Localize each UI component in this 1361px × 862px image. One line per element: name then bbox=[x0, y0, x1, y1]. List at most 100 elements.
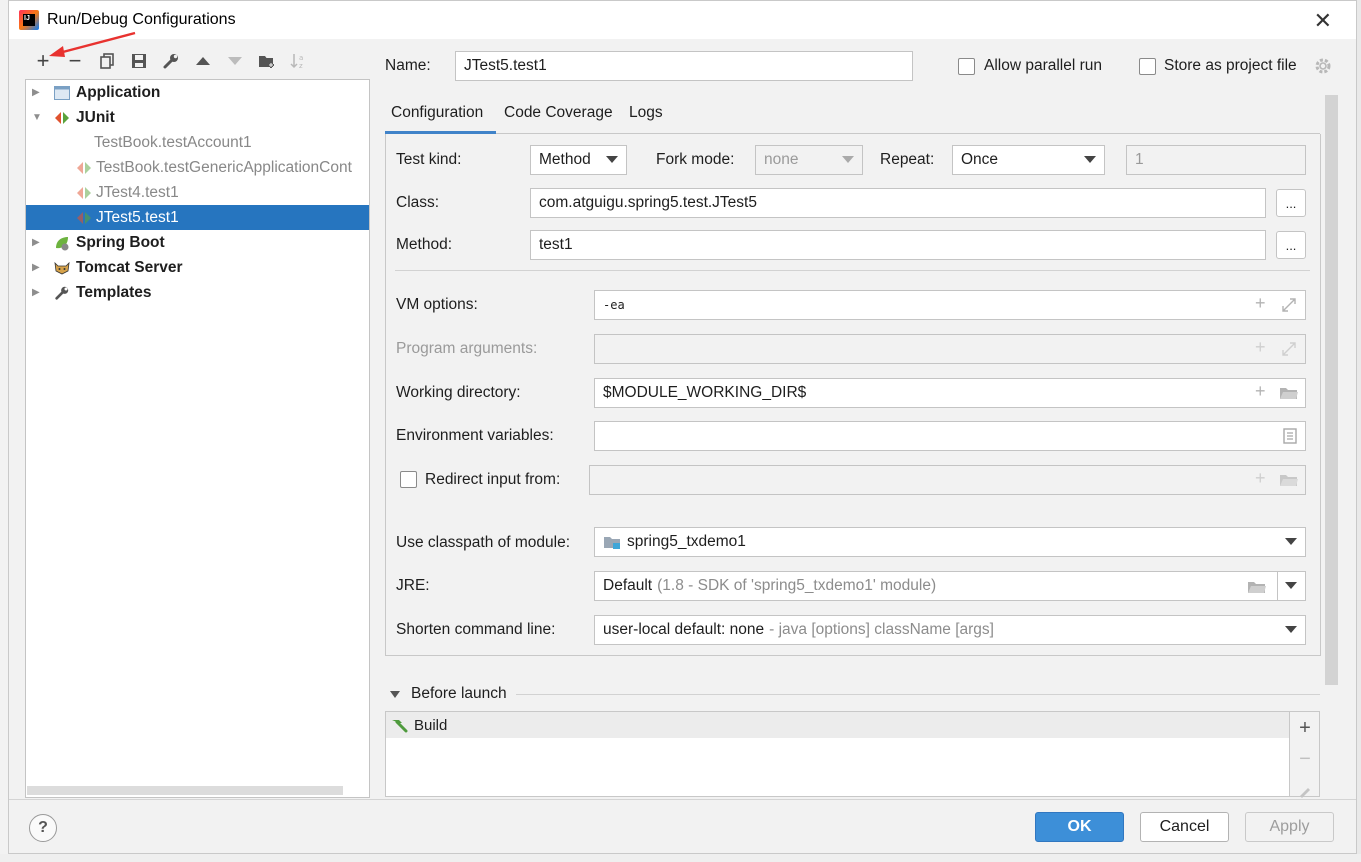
before-launch-list: Build bbox=[385, 711, 1290, 797]
before-launch-item-label: Build bbox=[414, 716, 448, 734]
run-debug-dialog: IJ Run/Debug Configurations ✕ + − az ▶ A… bbox=[8, 0, 1357, 854]
allow-parallel-label: Allow parallel run bbox=[984, 57, 1103, 74]
tree-item-tomcat[interactable]: ▶ Tomcat Server bbox=[26, 255, 369, 280]
tab-code-coverage[interactable]: Code Coverage bbox=[504, 104, 613, 122]
move-up-icon[interactable] bbox=[187, 49, 219, 73]
working-directory-label: Working directory: bbox=[396, 384, 521, 401]
program-arguments-label: Program arguments: bbox=[396, 340, 538, 357]
move-down-icon[interactable] bbox=[219, 49, 251, 73]
classpath-module-select[interactable]: spring5_txdemo1 bbox=[594, 527, 1306, 557]
expand-icon[interactable] bbox=[1281, 297, 1297, 313]
method-input[interactable]: test1 bbox=[530, 230, 1266, 260]
ok-button[interactable]: OK bbox=[1035, 812, 1124, 842]
class-browse-button[interactable]: ... bbox=[1276, 189, 1306, 217]
vm-options-input[interactable]: -ea bbox=[594, 290, 1306, 320]
tab-logs[interactable]: Logs bbox=[629, 104, 663, 122]
intellij-icon: IJ bbox=[19, 10, 39, 30]
jre-dropdown-button[interactable] bbox=[1277, 571, 1306, 601]
tree-item-junit-child-selected[interactable]: JTest5.test1 bbox=[26, 205, 369, 230]
tree-item-application[interactable]: ▶ Application bbox=[26, 80, 369, 105]
tree-label-junit: JUnit bbox=[76, 108, 115, 126]
section-separator bbox=[395, 270, 1310, 271]
panel-vertical-scrollbar[interactable] bbox=[1325, 95, 1338, 685]
chevron-down-icon bbox=[842, 156, 854, 163]
new-folder-icon[interactable] bbox=[251, 49, 283, 73]
tree-item-junit-child[interactable]: TestBook.testAccount1 bbox=[26, 130, 369, 155]
tree-label-tomcat: Tomcat Server bbox=[76, 258, 183, 276]
document-icon[interactable] bbox=[1283, 428, 1297, 444]
close-icon[interactable]: ✕ bbox=[1314, 8, 1332, 34]
method-browse-button[interactable]: ... bbox=[1276, 231, 1306, 259]
collapse-icon[interactable] bbox=[389, 690, 401, 700]
folder-icon[interactable] bbox=[1279, 385, 1299, 401]
tree-item-spring-boot[interactable]: ▶ Spring Boot bbox=[26, 230, 369, 255]
shorten-command-select[interactable]: user-local default: none - java [options… bbox=[594, 615, 1306, 645]
jre-value: Default bbox=[603, 577, 653, 594]
tab-configuration[interactable]: Configuration bbox=[391, 104, 483, 122]
jre-select[interactable]: Default (1.8 - SDK of 'spring5_txdemo1' … bbox=[594, 571, 1278, 601]
test-kind-value: Method bbox=[539, 151, 591, 168]
annotation-arrow-icon bbox=[49, 31, 136, 57]
hammer-icon bbox=[392, 720, 408, 733]
repeat-count-input[interactable]: 1 bbox=[1126, 145, 1306, 175]
add-task-button[interactable]: + bbox=[1290, 717, 1320, 740]
chevron-down-icon bbox=[1285, 538, 1297, 545]
expand-icon[interactable]: ▶ bbox=[32, 262, 42, 273]
list-item[interactable]: Build bbox=[386, 712, 1289, 738]
cancel-button[interactable]: Cancel bbox=[1140, 812, 1229, 842]
test-kind-select[interactable]: Method bbox=[530, 145, 627, 175]
chevron-down-icon bbox=[1285, 626, 1297, 633]
wrench-icon bbox=[54, 285, 70, 301]
tree-item-junit[interactable]: ▼ JUnit bbox=[26, 105, 369, 130]
expand-icon[interactable]: ▶ bbox=[32, 237, 42, 248]
before-launch-divider bbox=[516, 694, 1320, 695]
repeat-select[interactable]: Once bbox=[952, 145, 1105, 175]
allow-parallel-checkbox[interactable] bbox=[958, 58, 975, 75]
expand-icon[interactable]: ▶ bbox=[32, 87, 42, 98]
jre-label: JRE: bbox=[396, 577, 430, 594]
help-button[interactable]: ? bbox=[29, 814, 57, 842]
before-launch-title: Before launch bbox=[411, 685, 507, 702]
tree-item-templates[interactable]: ▶ Templates bbox=[26, 280, 369, 305]
edit-icon[interactable] bbox=[1298, 784, 1312, 798]
add-icon[interactable]: + bbox=[1255, 381, 1266, 402]
name-input[interactable]: JTest5.test1 bbox=[455, 51, 913, 81]
tomcat-icon bbox=[54, 260, 70, 276]
remove-task-button[interactable]: − bbox=[1290, 748, 1320, 771]
add-icon[interactable]: + bbox=[1255, 293, 1266, 314]
class-label: Class: bbox=[396, 194, 440, 211]
vm-options-label: VM options: bbox=[396, 296, 478, 313]
title-bar: IJ Run/Debug Configurations ✕ bbox=[9, 1, 1356, 39]
junit-test-icon bbox=[76, 185, 92, 201]
add-icon[interactable]: + bbox=[1255, 468, 1266, 489]
class-input[interactable]: com.atguigu.spring5.test.JTest5 bbox=[530, 188, 1266, 218]
folder-icon[interactable] bbox=[1247, 579, 1267, 595]
add-icon[interactable]: + bbox=[1255, 337, 1266, 358]
expand-icon[interactable]: ▶ bbox=[32, 287, 42, 298]
repeat-value: Once bbox=[961, 151, 999, 168]
classpath-module-label: Use classpath of module: bbox=[396, 534, 571, 551]
classpath-module-value: spring5_txdemo1 bbox=[627, 533, 746, 550]
redirect-input-checkbox[interactable] bbox=[400, 471, 417, 488]
apply-button[interactable]: Apply bbox=[1245, 812, 1334, 842]
store-project-label: Store as project file bbox=[1164, 57, 1297, 74]
fork-mode-value: none bbox=[764, 151, 799, 168]
shorten-command-label: Shorten command line: bbox=[396, 621, 556, 638]
tree-horizontal-scrollbar[interactable] bbox=[27, 786, 343, 795]
gear-icon[interactable] bbox=[1314, 57, 1332, 75]
folder-icon[interactable] bbox=[1279, 472, 1299, 488]
expand-icon[interactable] bbox=[1281, 341, 1297, 357]
working-directory-input[interactable]: $MODULE_WORKING_DIR$ bbox=[594, 378, 1306, 408]
jre-value-detail: (1.8 - SDK of 'spring5_txdemo1' module) bbox=[657, 577, 937, 594]
wrench-icon[interactable] bbox=[155, 49, 187, 73]
window-title: Run/Debug Configurations bbox=[47, 11, 236, 28]
tree-item-junit-child[interactable]: JTest4.test1 bbox=[26, 180, 369, 205]
store-project-checkbox[interactable] bbox=[1139, 58, 1156, 75]
environment-variables-input[interactable] bbox=[594, 421, 1306, 451]
program-arguments-input[interactable] bbox=[594, 334, 1306, 364]
tree-item-junit-child[interactable]: TestBook.testGenericApplicationCont bbox=[26, 155, 369, 180]
sort-icon[interactable]: az bbox=[283, 49, 315, 73]
fork-mode-select[interactable]: none bbox=[755, 145, 863, 175]
collapse-icon[interactable]: ▼ bbox=[32, 112, 42, 123]
redirect-input-field[interactable] bbox=[589, 465, 1306, 495]
